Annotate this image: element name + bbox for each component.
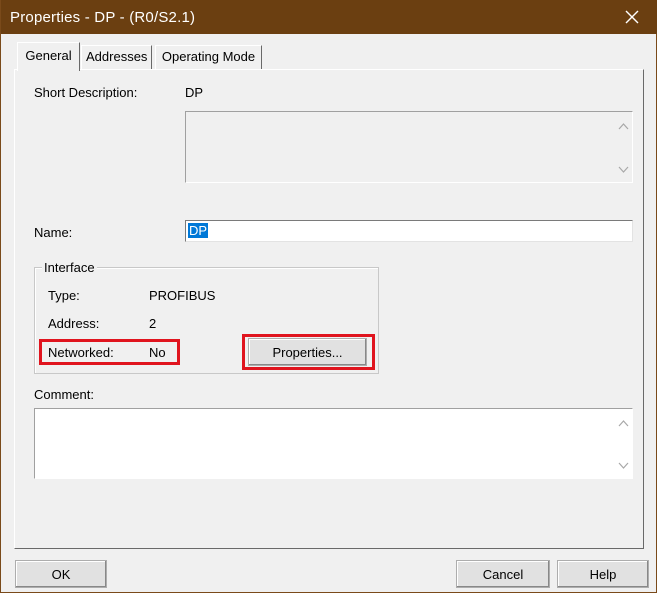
tab-operating-mode[interactable]: Operating Mode	[155, 45, 262, 69]
close-button[interactable]	[612, 2, 652, 32]
comment-label: Comment:	[34, 387, 94, 402]
short-description-label: Short Description:	[34, 85, 138, 100]
name-input[interactable]: DP	[185, 220, 633, 242]
cancel-button[interactable]: Cancel	[456, 560, 550, 588]
short-description-box[interactable]	[185, 111, 633, 183]
ok-button[interactable]: OK	[15, 560, 107, 588]
scroll-up-icon[interactable]	[618, 122, 629, 130]
comment-scrollbar[interactable]	[615, 409, 632, 478]
type-value: PROFIBUS	[149, 288, 216, 303]
short-description-value: DP	[185, 85, 204, 100]
interface-group-title: Interface	[42, 260, 97, 275]
close-icon	[625, 10, 639, 24]
tab-addresses-label: Addresses	[86, 49, 148, 64]
tab-addresses[interactable]: Addresses	[81, 45, 152, 69]
tab-general[interactable]: General	[17, 42, 80, 71]
comment-textarea[interactable]	[34, 408, 633, 479]
name-label: Name:	[34, 225, 73, 240]
short-description-scrollbar[interactable]	[615, 112, 632, 182]
networked-value: No	[149, 345, 166, 360]
help-button[interactable]: Help	[557, 560, 649, 588]
tab-general-label: General	[25, 48, 72, 63]
scroll-down-icon[interactable]	[618, 462, 629, 470]
tab-operating-mode-label: Operating Mode	[161, 49, 256, 64]
name-input-value: DP	[188, 223, 209, 238]
scroll-down-icon[interactable]	[618, 166, 629, 174]
scroll-up-icon[interactable]	[618, 419, 629, 427]
window-title: Properties - DP - (R0/S2.1)	[10, 9, 196, 26]
title-bar[interactable]: Properties - DP - (R0/S2.1)	[1, 0, 657, 34]
type-label: Type:	[48, 288, 80, 303]
properties-dialog: Properties - DP - (R0/S2.1) General Addr…	[0, 0, 657, 593]
interface-properties-button[interactable]: Properties...	[248, 338, 367, 366]
address-value: 2	[149, 316, 157, 331]
address-label: Address:	[48, 316, 100, 331]
networked-label: Networked:	[48, 345, 114, 360]
